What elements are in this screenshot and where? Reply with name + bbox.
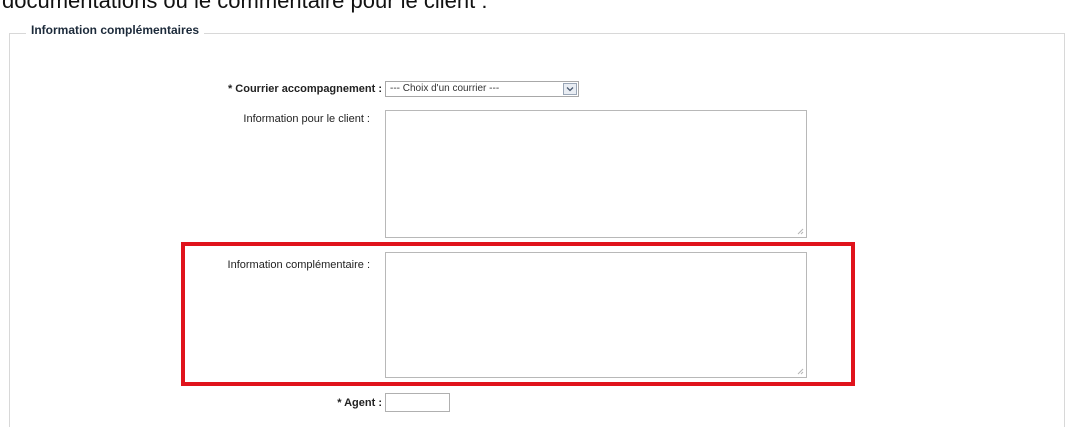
courrier-selected-value: --- Choix d'un courrier --- xyxy=(390,83,500,94)
intro-text: documentations ou le commentaire pour le… xyxy=(2,0,488,13)
courrier-label: * Courrier accompagnement : xyxy=(227,83,382,95)
info-client-textarea[interactable] xyxy=(385,110,807,238)
agent-label: * Agent : xyxy=(337,397,382,409)
dropdown-button[interactable] xyxy=(563,83,577,95)
section-title: Information complémentaires xyxy=(26,23,205,37)
chevron-down-icon xyxy=(566,87,574,92)
resize-grip-icon[interactable] xyxy=(796,227,804,235)
highlight-box xyxy=(181,242,855,386)
courrier-select[interactable]: --- Choix d'un courrier --- xyxy=(385,81,579,97)
agent-input[interactable] xyxy=(385,393,450,412)
info-client-label: Information pour le client : xyxy=(243,113,370,125)
